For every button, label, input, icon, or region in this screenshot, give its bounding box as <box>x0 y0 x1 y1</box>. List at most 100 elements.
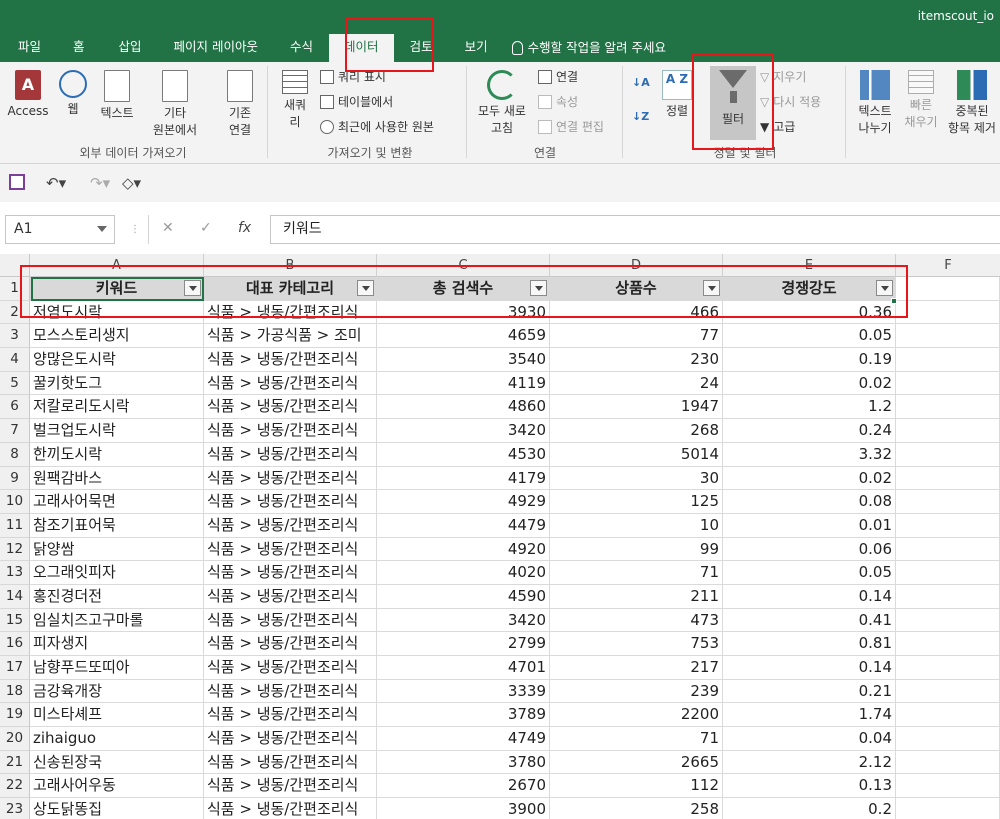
recent-sources-button[interactable]: 최근에 사용한 원본 <box>320 118 434 135</box>
cell-competition[interactable]: 2.12 <box>723 750 896 775</box>
cell-product-count[interactable]: 466 <box>550 300 723 325</box>
empty-cell[interactable] <box>896 608 1000 633</box>
cell-keyword[interactable]: 저칼로리도시락 <box>30 395 204 420</box>
tab-file[interactable]: 파일 <box>0 34 55 62</box>
cell-search-count[interactable]: 2670 <box>377 774 550 799</box>
cell-keyword[interactable]: 닭양쌈 <box>30 537 204 562</box>
connections-button[interactable]: 연결 <box>538 68 578 85</box>
new-query-button[interactable]: 새쿼 리 <box>276 70 314 131</box>
cell-search-count[interactable]: 4179 <box>377 466 550 491</box>
cell-keyword[interactable]: 임실치즈고구마롤 <box>30 608 204 633</box>
empty-cell[interactable] <box>896 703 1000 728</box>
cell-competition[interactable]: 0.21 <box>723 679 896 704</box>
cell-product-count[interactable]: 239 <box>550 679 723 704</box>
cell-competition[interactable]: 0.41 <box>723 608 896 633</box>
cell-search-count[interactable]: 4530 <box>377 442 550 467</box>
formula-input[interactable]: 키워드 <box>270 215 1000 244</box>
cell-competition[interactable]: 0.01 <box>723 513 896 538</box>
cell-competition[interactable]: 0.19 <box>723 348 896 372</box>
cell-keyword[interactable]: 원팩감바스 <box>30 466 204 491</box>
empty-cell[interactable] <box>896 490 1000 514</box>
cell-keyword[interactable]: 상도닭똥집 <box>30 798 204 819</box>
row-number[interactable]: 17 <box>0 656 30 680</box>
row-number[interactable]: 21 <box>0 750 30 775</box>
cell-search-count[interactable]: 4020 <box>377 561 550 585</box>
cell-category[interactable]: 식품 > 냉동/간편조리식 <box>204 679 377 704</box>
cell-product-count[interactable]: 5014 <box>550 442 723 467</box>
cell-search-count[interactable]: 4860 <box>377 395 550 420</box>
cell-keyword[interactable]: 신송된장국 <box>30 750 204 775</box>
cell-competition[interactable]: 0.08 <box>723 490 896 514</box>
cell-search-count[interactable]: 3540 <box>377 348 550 372</box>
cell-product-count[interactable]: 268 <box>550 419 723 443</box>
cell-search-count[interactable]: 3339 <box>377 679 550 704</box>
cell-search-count[interactable]: 2799 <box>377 632 550 656</box>
empty-cell[interactable] <box>896 798 1000 819</box>
show-queries-button[interactable]: 쿼리 표시 <box>320 68 386 85</box>
tab-review[interactable]: 검토 <box>394 34 449 62</box>
cell-category[interactable]: 식품 > 냉동/간편조리식 <box>204 371 377 396</box>
row-number[interactable]: 2 <box>0 300 30 325</box>
cell-keyword[interactable]: 한끼도시락 <box>30 442 204 467</box>
row-number[interactable]: 16 <box>0 632 30 656</box>
text-to-columns-button[interactable]: 텍스트 나누기 <box>852 70 898 137</box>
cell-product-count[interactable]: 217 <box>550 656 723 680</box>
filter-dropdown-icon[interactable] <box>357 280 374 296</box>
from-table-button[interactable]: 테이블에서 <box>320 93 393 110</box>
properties-button[interactable]: 속성 <box>538 93 578 110</box>
empty-cell[interactable] <box>896 632 1000 656</box>
cell-product-count[interactable]: 1947 <box>550 395 723 420</box>
from-web-button[interactable]: 웹 <box>56 70 90 118</box>
row-number[interactable]: 1 <box>0 277 30 301</box>
cell-category[interactable]: 식품 > 냉동/간편조리식 <box>204 490 377 514</box>
from-access-button[interactable]: A Access <box>6 70 50 120</box>
header-cell-category[interactable]: 대표 카테고리 <box>204 277 377 301</box>
cell-keyword[interactable]: 미스타셰프 <box>30 703 204 728</box>
cell-category[interactable]: 식품 > 냉동/간편조리식 <box>204 727 377 751</box>
cell-product-count[interactable]: 2200 <box>550 703 723 728</box>
flash-fill-button[interactable]: 빠른 채우기 <box>898 70 944 131</box>
empty-cell[interactable] <box>896 727 1000 751</box>
cell-competition[interactable]: 0.04 <box>723 727 896 751</box>
tab-view[interactable]: 보기 <box>449 34 504 62</box>
cell-competition[interactable]: 0.13 <box>723 774 896 799</box>
cell-competition[interactable]: 1.74 <box>723 703 896 728</box>
cell-product-count[interactable]: 211 <box>550 584 723 609</box>
cell-product-count[interactable]: 473 <box>550 608 723 633</box>
row-number[interactable]: 22 <box>0 774 30 799</box>
cell-keyword[interactable]: 모스스토리생지 <box>30 324 204 349</box>
cell-keyword[interactable]: 피자생지 <box>30 632 204 656</box>
cell-search-count[interactable]: 4701 <box>377 656 550 680</box>
cell-search-count[interactable]: 3420 <box>377 608 550 633</box>
reapply-button[interactable]: ▽ 다시 적용 <box>760 93 821 110</box>
existing-connections-button[interactable]: 기존 연결 <box>218 70 262 139</box>
row-number[interactable]: 6 <box>0 395 30 420</box>
cell-competition[interactable]: 0.2 <box>723 798 896 819</box>
filter-dropdown-icon[interactable] <box>530 280 547 296</box>
remove-duplicates-button[interactable]: 중복된 항목 제거 <box>944 70 1000 137</box>
cell-competition[interactable]: 0.81 <box>723 632 896 656</box>
row-number[interactable]: 14 <box>0 584 30 609</box>
cancel-icon[interactable]: ✕ <box>162 220 174 236</box>
cell-category[interactable]: 식품 > 냉동/간편조리식 <box>204 584 377 609</box>
cell-product-count[interactable]: 30 <box>550 466 723 491</box>
cell-product-count[interactable]: 77 <box>550 324 723 349</box>
tell-me-search[interactable]: 수행할 작업을 알려 주세요 <box>504 34 674 62</box>
cell-category[interactable]: 식품 > 냉동/간편조리식 <box>204 774 377 799</box>
cell-keyword[interactable]: 양많은도시락 <box>30 348 204 372</box>
tab-page-layout[interactable]: 페이지 레이아웃 <box>158 34 274 62</box>
cell-category[interactable]: 식품 > 냉동/간편조리식 <box>204 442 377 467</box>
cell-product-count[interactable]: 10 <box>550 513 723 538</box>
row-number[interactable]: 8 <box>0 442 30 467</box>
cell-keyword[interactable]: zihaiguo <box>30 727 204 751</box>
cell-search-count[interactable]: 4479 <box>377 513 550 538</box>
header-cell-competition[interactable]: 경쟁강도 <box>723 277 896 301</box>
row-number[interactable]: 18 <box>0 679 30 704</box>
customize-icon[interactable]: ◇▾ <box>122 174 141 192</box>
cell-search-count[interactable]: 4929 <box>377 490 550 514</box>
filter-dropdown-icon[interactable] <box>703 280 720 296</box>
filter-button[interactable]: 필터 <box>710 66 756 140</box>
cell-keyword[interactable]: 벌크업도시락 <box>30 419 204 443</box>
row-number[interactable]: 23 <box>0 798 30 819</box>
cell-search-count[interactable]: 3420 <box>377 419 550 443</box>
